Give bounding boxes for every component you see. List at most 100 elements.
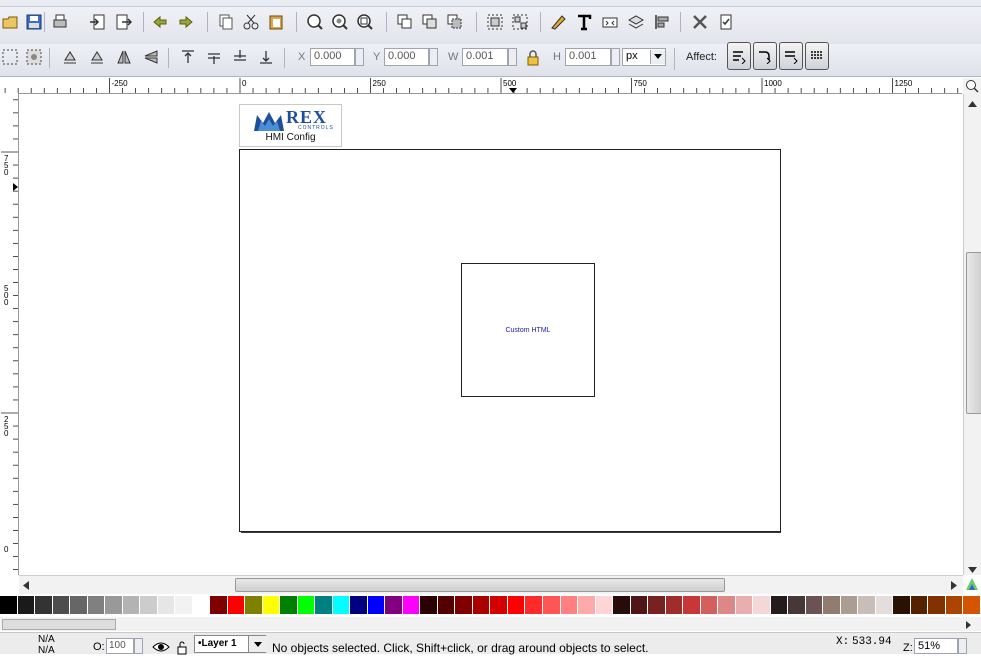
eye-icon[interactable]: [151, 637, 171, 657]
palette-swatch[interactable]: [542, 596, 561, 614]
x-input[interactable]: 0.000: [310, 48, 355, 66]
palette-swatch[interactable]: [210, 596, 228, 614]
w-stepper[interactable]: [508, 48, 517, 66]
flip-vertical-icon[interactable]: [141, 47, 161, 67]
raise-icon[interactable]: [204, 47, 224, 67]
palette-swatch[interactable]: [297, 596, 316, 614]
palette-swatch[interactable]: [227, 596, 246, 614]
zoom-input[interactable]: 51%: [914, 638, 958, 654]
rotate-cw-icon[interactable]: [87, 47, 107, 67]
palette-swatch[interactable]: [823, 596, 841, 614]
horizontal-scrollbar[interactable]: [19, 575, 963, 594]
group-icon[interactable]: [485, 12, 505, 32]
print-icon[interactable]: [50, 12, 70, 32]
palette-swatch[interactable]: [910, 596, 929, 614]
vertical-scroll-thumb[interactable]: [966, 252, 981, 414]
palette-swatch[interactable]: [630, 596, 649, 614]
open-icon[interactable]: [0, 12, 20, 32]
palette-swatch[interactable]: [70, 596, 88, 614]
palette-swatch[interactable]: [840, 596, 859, 614]
palette-swatch[interactable]: [472, 596, 491, 614]
zoom-stepper[interactable]: [958, 638, 967, 654]
zoom-page-icon[interactable]: [355, 12, 375, 32]
cut-icon[interactable]: [241, 12, 261, 32]
palette-swatch[interactable]: [280, 596, 298, 614]
palette-swatch[interactable]: [35, 596, 53, 614]
palette-swatch[interactable]: [192, 596, 211, 614]
palette-swatch[interactable]: [525, 596, 543, 614]
palette-swatch[interactable]: [332, 596, 351, 614]
palette-scroll-right-icon[interactable]: [966, 620, 971, 632]
vertical-scrollbar[interactable]: [963, 94, 981, 575]
affect-patterns-button[interactable]: [805, 42, 829, 70]
fill-stroke-icon[interactable]: [548, 12, 568, 32]
fill-indicator[interactable]: N/A: [38, 634, 55, 645]
undo-icon[interactable]: [150, 12, 170, 32]
palette-swatch[interactable]: [105, 596, 123, 614]
palette-swatch[interactable]: [455, 596, 473, 614]
align-icon[interactable]: [652, 12, 672, 32]
palette-swatch[interactable]: [753, 596, 771, 614]
flip-horizontal-icon[interactable]: [114, 47, 134, 67]
ungroup-icon[interactable]: [510, 12, 530, 32]
scroll-up-icon[interactable]: [968, 98, 977, 110]
palette-swatch[interactable]: [490, 596, 508, 614]
w-input[interactable]: 0.001: [462, 48, 508, 66]
color-palette[interactable]: [0, 596, 981, 616]
rotate-ccw-icon[interactable]: [60, 47, 80, 67]
horizontal-scroll-thumb[interactable]: [235, 578, 725, 592]
clone-icon[interactable]: [420, 12, 440, 32]
palette-swatch[interactable]: [788, 596, 806, 614]
drawing-canvas[interactable]: REX CONTROLS HMI Config Custom HTML: [19, 94, 963, 575]
palette-swatch[interactable]: [560, 596, 579, 614]
palette-swatch[interactable]: [648, 596, 666, 614]
zoom-selection-icon[interactable]: [305, 12, 325, 32]
affect-stroke-width-button[interactable]: [727, 42, 751, 70]
palette-scroll-thumb[interactable]: [2, 619, 116, 630]
opacity-stepper[interactable]: [134, 638, 143, 654]
stroke-indicator[interactable]: N/A: [38, 645, 55, 656]
duplicate-icon[interactable]: [395, 12, 415, 32]
palette-swatch[interactable]: [17, 596, 36, 614]
redo-icon[interactable]: [176, 12, 196, 32]
y-input[interactable]: 0.000: [384, 48, 429, 66]
scroll-left-icon[interactable]: [23, 581, 29, 593]
h-input[interactable]: 0.001: [565, 48, 611, 66]
palette-swatch[interactable]: [613, 596, 631, 614]
palette-swatch[interactable]: [928, 596, 946, 614]
zoom-correction-icon[interactable]: [963, 78, 981, 94]
color-manage-icon[interactable]: [965, 577, 979, 594]
palette-scrollbar[interactable]: [0, 617, 981, 631]
palette-swatch[interactable]: [402, 596, 421, 614]
paste-icon[interactable]: [266, 12, 286, 32]
palette-swatch[interactable]: [0, 596, 18, 614]
custom-html-element[interactable]: Custom HTML: [461, 263, 595, 397]
palette-swatch[interactable]: [420, 596, 438, 614]
palette-swatch[interactable]: [770, 596, 789, 614]
preferences-icon[interactable]: [690, 12, 710, 32]
palette-swatch[interactable]: [245, 596, 263, 614]
palette-swatch[interactable]: [315, 596, 333, 614]
select-all-layers-icon[interactable]: [24, 47, 44, 67]
palette-swatch[interactable]: [893, 596, 911, 614]
x-stepper[interactable]: [355, 48, 364, 66]
palette-swatch[interactable]: [262, 596, 281, 614]
layer-select[interactable]: •Layer 1: [194, 635, 266, 653]
text-font-icon[interactable]: [574, 12, 594, 32]
chevron-down-icon[interactable]: [248, 636, 266, 652]
palette-swatch[interactable]: [507, 596, 526, 614]
palette-swatch[interactable]: [157, 596, 176, 614]
select-all-icon[interactable]: [0, 47, 20, 67]
lower-icon[interactable]: [230, 47, 250, 67]
palette-swatch[interactable]: [595, 596, 614, 614]
palette-swatch[interactable]: [140, 596, 158, 614]
document-properties-icon[interactable]: [716, 12, 736, 32]
lower-to-bottom-icon[interactable]: [256, 47, 276, 67]
palette-swatch[interactable]: [578, 596, 596, 614]
unlink-clone-icon[interactable]: [445, 12, 465, 32]
zoom-drawing-icon[interactable]: [330, 12, 350, 32]
palette-swatch[interactable]: [87, 596, 106, 614]
palette-swatch[interactable]: [700, 596, 719, 614]
palette-swatch[interactable]: [805, 596, 824, 614]
palette-swatch[interactable]: [735, 596, 754, 614]
